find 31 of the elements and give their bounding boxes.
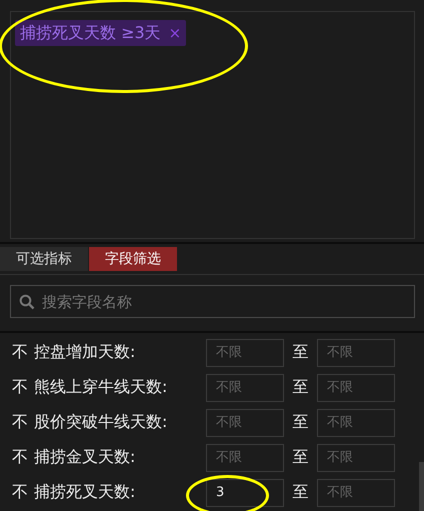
field-label: 捕捞死叉天数: (34, 482, 136, 503)
input-field[interactable]: 不限 (317, 338, 395, 366)
range-separator: 至 (292, 482, 310, 503)
field-label: 控盘增加天数: (34, 342, 136, 363)
range-separator: 至 (292, 447, 310, 468)
field-prefix: 不 (12, 377, 29, 398)
input-field[interactable]: 不限 (317, 478, 395, 506)
input-field[interactable]: 不限 (317, 408, 395, 436)
input-field[interactable]: 不限 (206, 374, 284, 402)
tab[interactable]: 可选指标 (0, 247, 88, 271)
tab[interactable]: 字段筛选 (89, 247, 177, 271)
field-prefix: 不 (12, 412, 29, 433)
field-prefix: 不 (12, 482, 29, 503)
input-field[interactable]: 不限 (317, 444, 395, 472)
field-label: 熊线上穿牛线天数: (34, 377, 168, 398)
search-icon (19, 294, 35, 310)
scrollbar[interactable] (419, 462, 424, 511)
range-separator: 至 (292, 342, 310, 363)
range-separator: 至 (292, 412, 310, 433)
input-field[interactable]: 不限 (206, 408, 284, 436)
field-prefix: 不 (12, 447, 29, 468)
filter-tag-label: 捕捞死叉天数 ≥3天 (20, 22, 161, 44)
input-field[interactable]: 不限 (206, 338, 284, 366)
input-field[interactable]: 不限 (206, 444, 284, 472)
search-field[interactable]: 搜索字段名称 (10, 285, 415, 318)
field-prefix: 不 (12, 342, 29, 363)
input-field[interactable]: 不限 (317, 374, 395, 402)
field-label: 捕捞金叉天数: (34, 447, 136, 468)
range-separator: 至 (292, 377, 310, 398)
input-field[interactable]: 3 (206, 478, 284, 506)
field-label: 股价突破牛线天数: (34, 412, 168, 433)
